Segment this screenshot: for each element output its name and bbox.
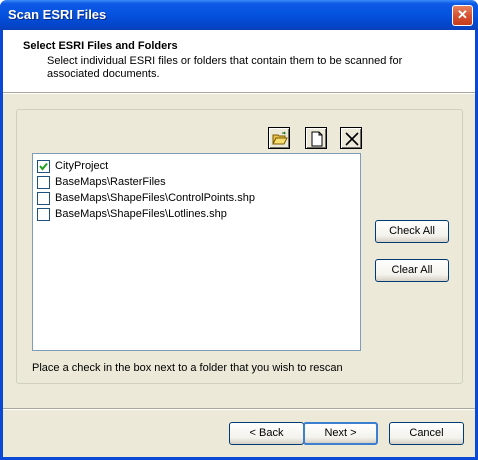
list-item-label: BaseMaps\RasterFiles <box>55 176 166 188</box>
item-checkbox[interactable] <box>37 159 50 173</box>
list-item-label: BaseMaps\ShapeFiles\Lotlines.shp <box>55 208 227 220</box>
close-button[interactable]: ✕ <box>452 5 473 26</box>
open-folder-icon <box>272 131 288 145</box>
list-item-label: BaseMaps\ShapeFiles\ControlPoints.shp <box>55 192 255 204</box>
header-description: Select individual ESRI files or folders … <box>47 55 403 80</box>
list-item[interactable]: BaseMaps\RasterFiles <box>37 174 166 190</box>
list-item-label: CityProject <box>55 160 109 172</box>
delete-icon <box>345 132 359 146</box>
esri-file-list[interactable]: CityProject BaseMaps\RasterFiles BaseMap… <box>32 153 361 351</box>
next-button[interactable]: Next > <box>303 422 378 445</box>
dialog-client-area: Select ESRI Files and Folders Select ind… <box>3 30 475 457</box>
back-button[interactable]: < Back <box>229 422 304 445</box>
item-checkbox[interactable] <box>37 207 50 221</box>
close-icon: ✕ <box>457 7 468 22</box>
add-folder-button[interactable] <box>268 127 290 149</box>
clear-all-button[interactable]: Clear All <box>375 259 449 282</box>
remove-item-button[interactable] <box>340 127 362 149</box>
header-separator <box>3 93 475 94</box>
wizard-header: Select ESRI Files and Folders Select ind… <box>3 30 475 93</box>
rescan-hint: Place a check in the box next to a folde… <box>32 362 343 374</box>
check-all-button[interactable]: Check All <box>375 220 449 243</box>
new-file-icon <box>311 131 323 147</box>
checkmark-icon <box>39 162 48 171</box>
list-item[interactable]: CityProject <box>37 158 108 174</box>
dialog-window: Scan ESRI Files ✕ Select ESRI Files and … <box>0 0 478 460</box>
footer-separator <box>3 408 475 409</box>
title-bar[interactable]: Scan ESRI Files ✕ <box>0 0 478 30</box>
item-checkbox[interactable] <box>37 191 50 205</box>
list-item[interactable]: BaseMaps\ShapeFiles\ControlPoints.shp <box>37 190 255 206</box>
item-checkbox[interactable] <box>37 175 50 189</box>
list-item[interactable]: BaseMaps\ShapeFiles\Lotlines.shp <box>37 206 227 222</box>
header-title: Select ESRI Files and Folders <box>23 40 178 52</box>
cancel-button[interactable]: Cancel <box>389 422 464 445</box>
window-title: Scan ESRI Files <box>8 7 107 22</box>
add-file-button[interactable] <box>305 127 327 149</box>
